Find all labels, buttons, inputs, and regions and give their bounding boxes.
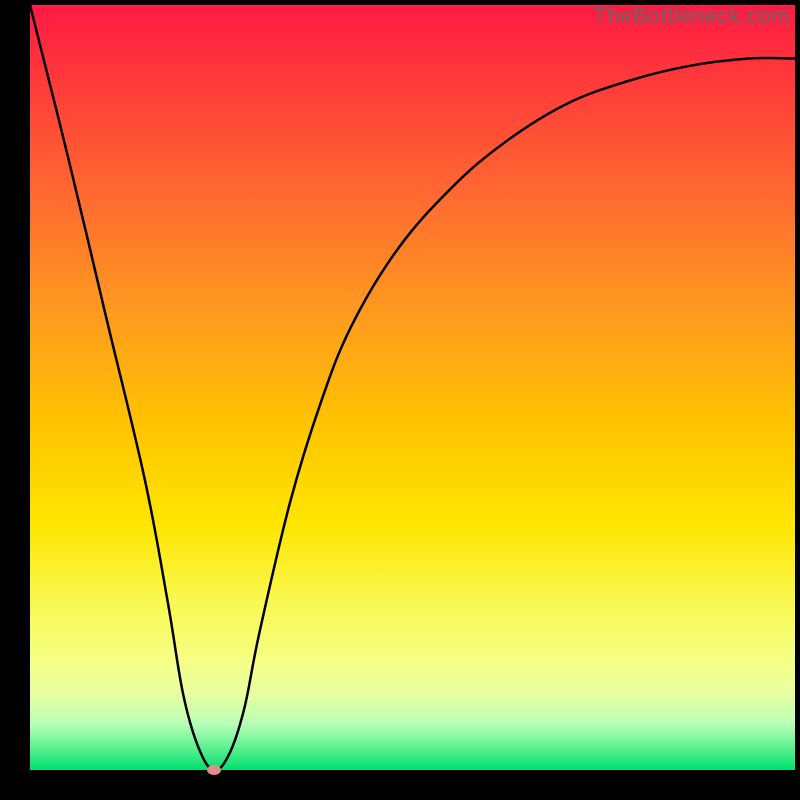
plot-area [30,5,795,770]
watermark-text: TheBottleneck.com [593,3,790,29]
optimum-marker [207,765,221,775]
bottleneck-curve [30,5,795,770]
curve-path [30,5,795,770]
chart-frame: TheBottleneck.com [0,0,800,800]
